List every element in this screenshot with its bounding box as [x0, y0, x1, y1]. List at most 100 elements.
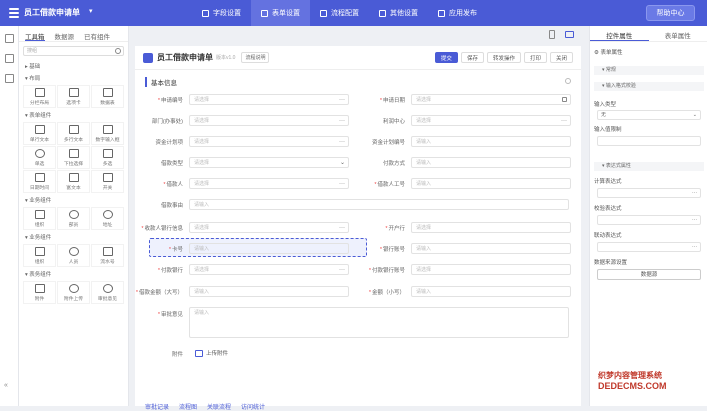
component-select[interactable]: 下拉选择 — [57, 146, 90, 169]
apply-date-input[interactable]: 请选择 — [411, 94, 571, 105]
component-upload[interactable]: 附件上传 — [57, 281, 90, 304]
document-icon[interactable] — [5, 34, 14, 43]
field-label: 申请日期 — [383, 98, 405, 104]
fund-plan-no-input[interactable]: 请输入 — [411, 136, 571, 147]
input-limit-field[interactable] — [597, 136, 701, 146]
borrower-no-input[interactable]: 请输入 — [411, 178, 571, 189]
bank-info-input[interactable]: 请选择··· — [189, 222, 349, 233]
field-icon — [202, 10, 209, 17]
account-code-input[interactable]: 请选择··· — [189, 136, 349, 147]
component-radio[interactable]: 单选 — [23, 146, 56, 169]
category-business[interactable]: ▾ 业务组件 — [19, 194, 128, 206]
calendar-icon — [562, 97, 567, 102]
forward-button[interactable]: 转发操作 — [487, 52, 521, 63]
tab-related-flow[interactable]: 关联流程 — [207, 402, 231, 411]
tab-datasource[interactable]: 数据源 — [55, 31, 75, 41]
component-checkbox[interactable]: 多选 — [91, 146, 124, 169]
bank-account-input[interactable]: 请输入 — [411, 243, 571, 254]
category-form[interactable]: ▾ 表单组件 — [19, 109, 128, 121]
component-tabs[interactable]: 选项卡 — [57, 85, 90, 108]
tab-form-props[interactable]: 表单属性 — [649, 26, 707, 41]
tab-flow-config[interactable]: 流程配置 — [310, 0, 369, 26]
tab-form-settings[interactable]: 表单设置 — [251, 0, 310, 26]
component-columns[interactable]: 分栏布局 — [23, 85, 56, 108]
cost-center-input[interactable]: 请选择··· — [411, 115, 571, 126]
layers-icon[interactable] — [5, 54, 14, 63]
menu-icon[interactable] — [9, 8, 19, 18]
form-icon — [261, 10, 268, 17]
settings-icon[interactable] — [565, 78, 571, 84]
input-type-select[interactable]: 无⌄ — [597, 110, 701, 120]
category-misc[interactable]: ▾ 表务组件 — [19, 268, 128, 280]
flow-description-link[interactable]: 流程说明 — [241, 52, 269, 63]
tab-approval-records[interactable]: 审批记录 — [145, 402, 169, 411]
tab-toolbox[interactable]: 工具箱 — [25, 31, 45, 41]
group-expression[interactable]: ▾ 表达式属性 — [594, 162, 704, 171]
component-switch[interactable]: 开关 — [91, 170, 124, 193]
card-no-input[interactable]: 请输入 — [189, 243, 349, 254]
dept-input[interactable]: 请选择··· — [189, 115, 349, 126]
chevron-down-icon[interactable]: ▾ — [89, 7, 93, 15]
upload-attachment-button[interactable]: 上传附件 — [195, 349, 228, 357]
tab-publish[interactable]: 应用发布 — [428, 0, 487, 26]
reason-input[interactable]: 请输入 — [189, 199, 569, 210]
group-input-validation[interactable]: ▾ 输入格式校验 — [594, 82, 704, 91]
loan-type-select[interactable]: 请选择⌄ — [189, 157, 349, 168]
tab-flowchart[interactable]: 流程图 — [179, 402, 197, 411]
form-title: 员工借款申请单 — [157, 52, 213, 63]
link-expression-input[interactable]: ··· — [597, 242, 701, 252]
component-address[interactable]: 地址 — [91, 207, 124, 230]
component-approval[interactable]: 审批意见 — [91, 281, 124, 304]
component-org[interactable]: 组织 — [23, 207, 56, 230]
component-person[interactable]: 人员 — [57, 244, 90, 267]
save-button[interactable]: 保存 — [461, 52, 484, 63]
desktop-view-icon[interactable] — [565, 31, 574, 38]
component-table[interactable]: 数据表 — [91, 85, 124, 108]
category-basic[interactable]: ▸ 基础 — [19, 60, 128, 72]
calc-expression-input[interactable]: ··· — [597, 188, 701, 198]
remark-textarea[interactable]: 请输入 — [189, 307, 569, 338]
close-button[interactable]: 关闭 — [550, 52, 573, 63]
category-layout[interactable]: ▾ 布局 — [19, 72, 128, 84]
tab-other-settings[interactable]: 其他设置 — [369, 0, 428, 26]
component-single-text[interactable]: 单行文本 — [23, 122, 56, 145]
apply-no-input[interactable]: 请选择··· — [189, 94, 349, 105]
print-button[interactable]: 打印 — [524, 52, 547, 63]
group-common[interactable]: ▾ 常规 — [594, 66, 704, 75]
field-label: 金额（小写） — [372, 290, 405, 296]
borrower-input[interactable]: 请选择··· — [189, 178, 349, 189]
check-expression-input[interactable]: ··· — [597, 215, 701, 225]
search-icon[interactable] — [115, 48, 121, 54]
component-org-2[interactable]: 组织 — [23, 244, 56, 267]
component-datetime[interactable]: 日期时间 — [23, 170, 56, 193]
help-center-button[interactable]: 帮助中心 — [646, 5, 695, 21]
component-member[interactable]: 部员 — [57, 207, 90, 230]
component-multi-text[interactable]: 多行文本 — [57, 122, 90, 145]
mobile-view-icon[interactable] — [549, 30, 555, 39]
form-logo-icon — [143, 53, 153, 63]
component-attachment[interactable]: 附件 — [23, 281, 56, 304]
submit-button[interactable]: 提交 — [435, 52, 458, 63]
tab-visit-stats[interactable]: 访问统计 — [241, 402, 265, 411]
category-business-2[interactable]: ▾ 业务组件 — [19, 231, 128, 243]
tabs-icon — [69, 88, 79, 97]
open-bank-input[interactable]: 请选择 — [411, 222, 571, 233]
component-serial[interactable]: 流水号 — [91, 244, 124, 267]
amount-num-input[interactable]: 请输入 — [411, 286, 571, 297]
collapse-icon[interactable]: « — [4, 382, 8, 389]
pay-method-input[interactable]: 请输入 — [411, 157, 571, 168]
list-icon[interactable] — [5, 74, 14, 83]
biz-grid-3: 附件 附件上传 审批意见 — [19, 280, 128, 305]
tab-field-settings[interactable]: 字段设置 — [192, 0, 251, 26]
component-richtext[interactable]: 富文本 — [57, 170, 90, 193]
component-search-input[interactable]: 搜组 — [23, 46, 124, 56]
form-props-header[interactable]: ⚙ 表单属性 — [594, 48, 704, 56]
field-label: 申请编号 — [161, 98, 183, 104]
pay-bank-input[interactable]: 请选择··· — [189, 264, 349, 275]
pay-bank-no-input[interactable]: 请选择 — [411, 264, 571, 275]
component-number[interactable]: 数字输入框 — [91, 122, 124, 145]
amount-cn-input[interactable]: 请输入 — [189, 286, 349, 297]
tab-existing-components[interactable]: 已有组件 — [84, 31, 110, 41]
datasource-button[interactable]: 数据源 — [597, 269, 701, 280]
tab-control-props[interactable]: 控件属性 — [590, 26, 649, 41]
